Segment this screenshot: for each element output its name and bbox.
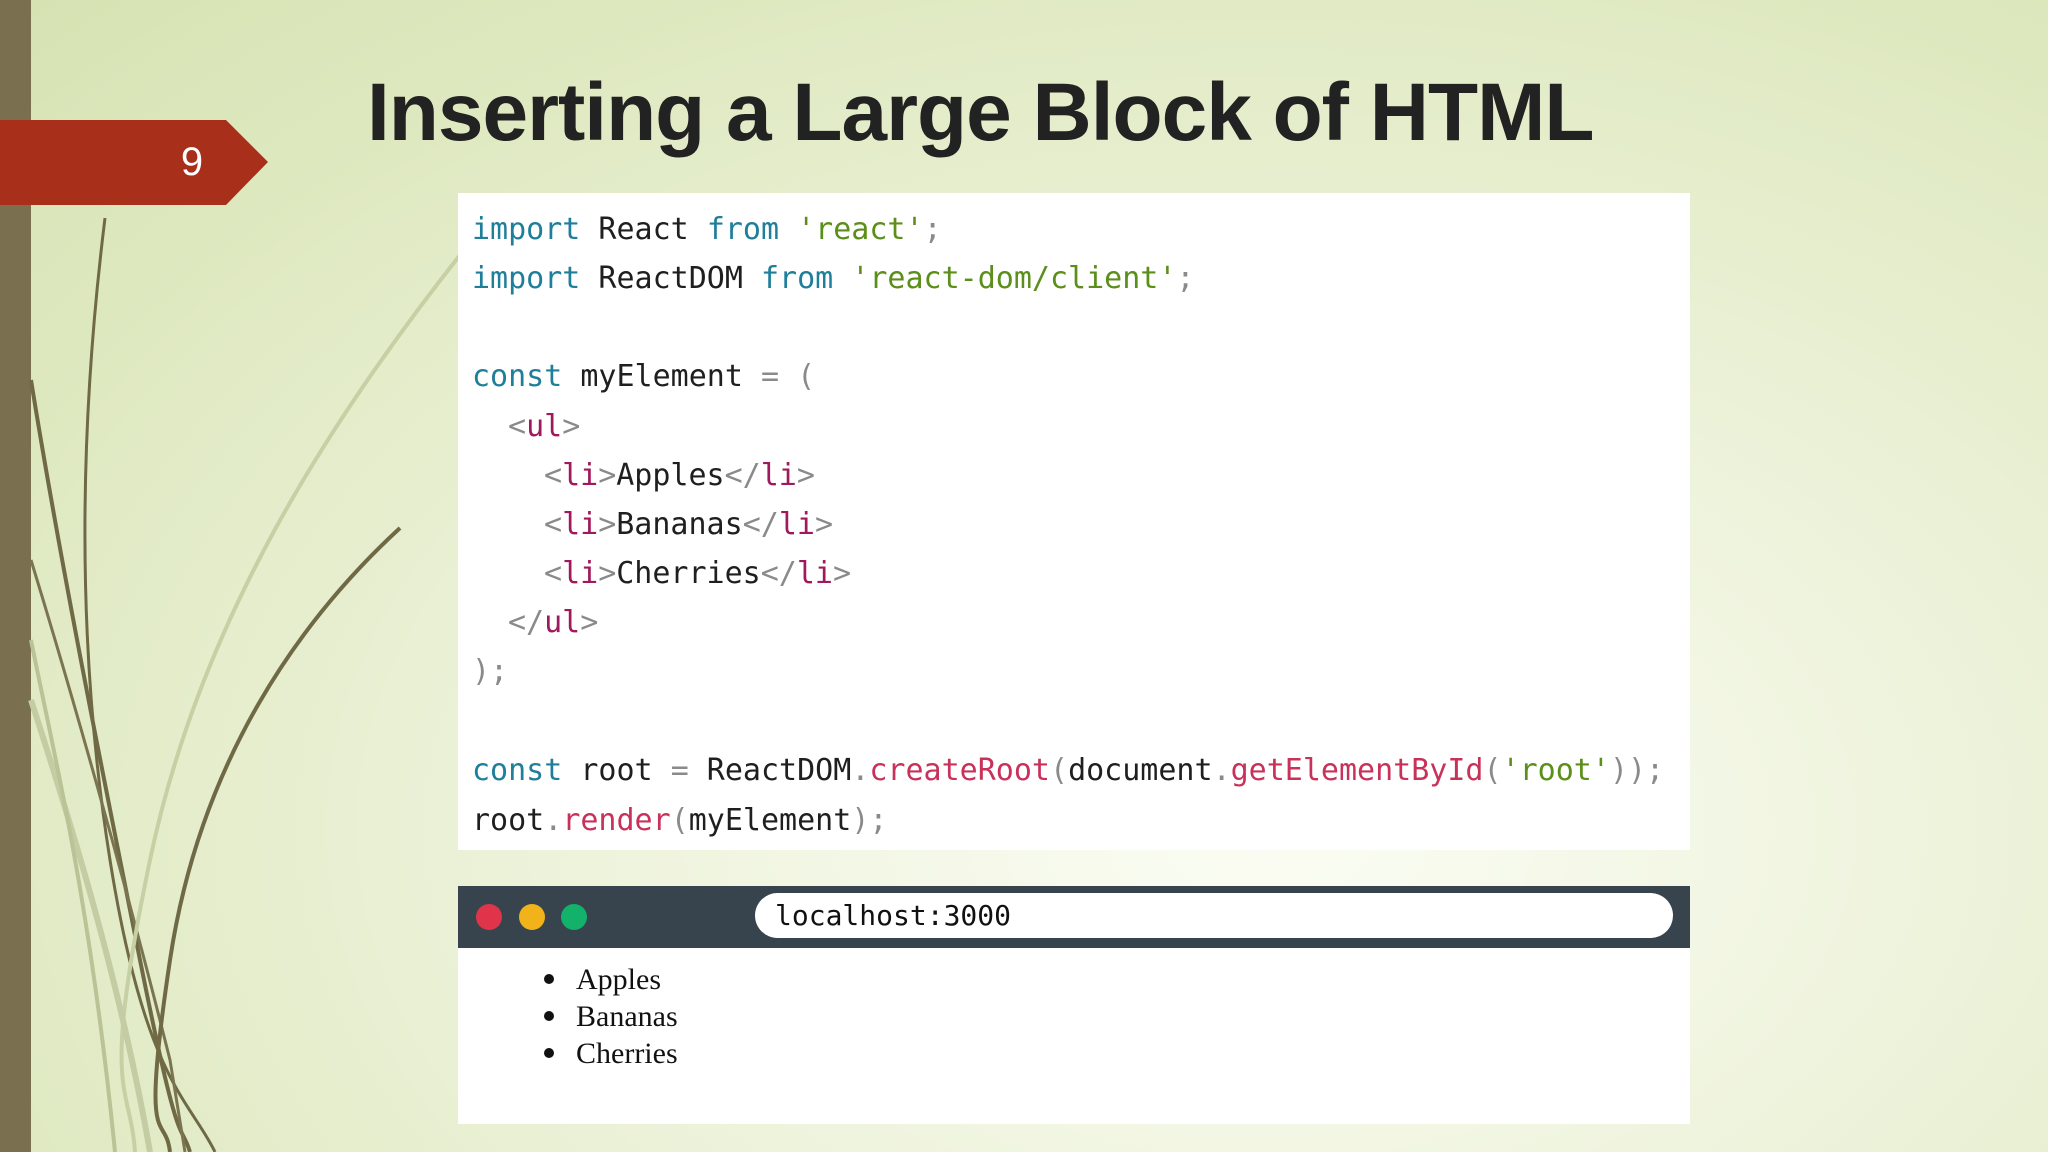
code-block: import React from 'react'; import ReactD… bbox=[458, 193, 1690, 850]
maximize-window-dot-icon[interactable] bbox=[561, 904, 587, 930]
code-punctuation: . bbox=[851, 753, 870, 788]
address-bar-url: localhost:3000 bbox=[775, 899, 1012, 932]
browser-toolbar: localhost:3000 bbox=[458, 886, 1690, 948]
code-punctuation: < bbox=[544, 458, 563, 493]
code-punctuation: = ( bbox=[761, 359, 816, 394]
slide-number: 9 bbox=[180, 140, 204, 184]
code-identifier: ReactDOM bbox=[688, 753, 852, 788]
code-punctuation: = bbox=[670, 753, 689, 788]
code-tag: li bbox=[796, 556, 833, 591]
code-line-2: import ReactDOM from 'react-dom/client'; bbox=[472, 254, 1194, 304]
code-punctuation: </ bbox=[724, 458, 761, 493]
code-punctuation: > bbox=[598, 458, 617, 493]
bullet-icon bbox=[544, 1011, 554, 1021]
code-punctuation: . bbox=[544, 803, 563, 838]
code-tag: ul bbox=[526, 409, 563, 444]
slide-number-tag bbox=[0, 120, 268, 205]
code-string: 'root' bbox=[1501, 753, 1610, 788]
code-tag: ul bbox=[544, 605, 581, 640]
slide-title: Inserting a Large Block of HTML bbox=[367, 67, 1594, 158]
bullet-icon bbox=[544, 1048, 554, 1058]
bullet-icon bbox=[544, 974, 554, 984]
address-bar[interactable]: localhost:3000 bbox=[755, 893, 1673, 938]
code-keyword: from bbox=[761, 261, 834, 296]
code-punctuation: . bbox=[1212, 753, 1231, 788]
code-identifier: ReactDOM bbox=[580, 261, 761, 296]
list-item-label: Cherries bbox=[576, 1037, 678, 1070]
rendered-list: Apples Bananas Cherries bbox=[544, 961, 678, 1072]
list-item-label: Bananas bbox=[576, 1000, 678, 1033]
code-keyword: from bbox=[706, 212, 780, 247]
browser-mockup: localhost:3000 Apples Bananas Cherries bbox=[458, 886, 1690, 1124]
code-function: createRoot bbox=[869, 753, 1050, 788]
code-line-9: </ul> bbox=[508, 598, 598, 648]
code-punctuation: > bbox=[562, 409, 581, 444]
list-item: Cherries bbox=[544, 1035, 678, 1072]
code-punctuation: </ bbox=[760, 556, 797, 591]
code-punctuation: ; bbox=[923, 212, 942, 247]
minimize-window-dot-icon[interactable] bbox=[519, 904, 545, 930]
code-punctuation: > bbox=[833, 556, 852, 591]
code-punctuation: < bbox=[508, 409, 527, 444]
code-line-5: <ul> bbox=[508, 402, 580, 452]
code-punctuation: ); bbox=[851, 803, 888, 838]
code-function: getElementById bbox=[1230, 753, 1484, 788]
code-keyword: const bbox=[472, 753, 563, 788]
list-item: Bananas bbox=[544, 998, 678, 1035]
code-line-13: root.render(myElement); bbox=[472, 796, 887, 846]
code-line-1: import React from 'react'; bbox=[472, 205, 942, 255]
code-punctuation: > bbox=[580, 605, 599, 640]
code-text: Apples bbox=[616, 458, 725, 493]
list-item-label: Apples bbox=[576, 963, 661, 996]
code-punctuation: < bbox=[544, 507, 563, 542]
code-punctuation: < bbox=[544, 556, 563, 591]
code-punctuation: )); bbox=[1609, 753, 1665, 788]
code-line-12: const root = ReactDOM.createRoot(documen… bbox=[472, 746, 1664, 796]
code-punctuation: </ bbox=[508, 605, 545, 640]
code-identifier: root bbox=[562, 753, 671, 788]
code-tag: li bbox=[562, 458, 599, 493]
code-punctuation: ( bbox=[1050, 753, 1069, 788]
code-identifier: React bbox=[580, 212, 707, 247]
code-text: Bananas bbox=[616, 507, 743, 542]
code-keyword: import bbox=[472, 212, 581, 247]
code-punctuation: > bbox=[814, 507, 833, 542]
close-window-dot-icon[interactable] bbox=[476, 904, 502, 930]
code-punctuation: > bbox=[598, 507, 617, 542]
code-tag: li bbox=[562, 507, 599, 542]
code-keyword: const bbox=[472, 359, 563, 394]
code-punctuation: ; bbox=[1176, 261, 1195, 296]
code-line-10: ); bbox=[472, 654, 509, 689]
code-tag: li bbox=[778, 507, 815, 542]
code-identifier: myElement bbox=[562, 359, 761, 394]
code-text: Cherries bbox=[616, 556, 761, 591]
code-line-4: const myElement = ( bbox=[472, 352, 815, 402]
code-tag: li bbox=[562, 556, 599, 591]
code-function: render bbox=[562, 803, 671, 838]
code-line-8: <li>Cherries</li> bbox=[544, 549, 851, 599]
code-tag: li bbox=[760, 458, 797, 493]
code-punctuation: ( bbox=[1483, 753, 1502, 788]
code-string: 'react-dom/client' bbox=[851, 261, 1177, 296]
code-punctuation: ( bbox=[670, 803, 689, 838]
code-punctuation: > bbox=[598, 556, 617, 591]
code-line-7: <li>Bananas</li> bbox=[544, 500, 833, 550]
list-item: Apples bbox=[544, 961, 678, 998]
code-line-6: <li>Apples</li> bbox=[544, 451, 815, 501]
code-punctuation: </ bbox=[742, 507, 779, 542]
code-identifier: myElement bbox=[688, 803, 852, 838]
code-punctuation: > bbox=[796, 458, 815, 493]
code-identifier: root bbox=[472, 803, 545, 838]
code-string: 'react' bbox=[797, 212, 924, 247]
code-identifier: document bbox=[1068, 753, 1213, 788]
code-keyword: import bbox=[472, 261, 581, 296]
